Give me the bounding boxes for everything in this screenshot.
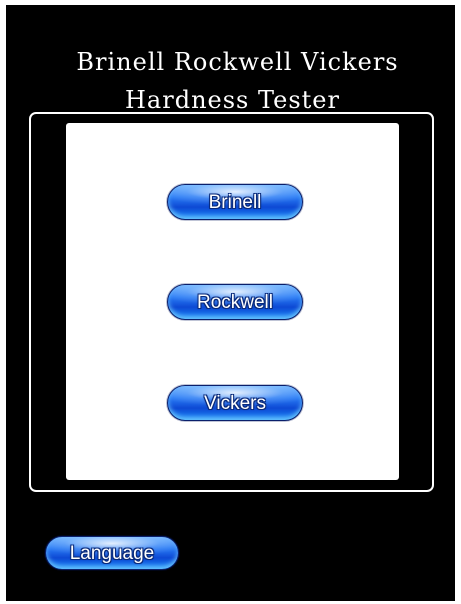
rockwell-button[interactable]: Rockwell <box>167 284 303 320</box>
vickers-button-label: Vickers <box>204 392 266 414</box>
language-button-label: Language <box>69 542 155 564</box>
device-screen: Brinell Rockwell Vickers Hardness Tester… <box>6 5 455 601</box>
brinell-button[interactable]: Brinell <box>167 184 303 220</box>
language-button[interactable]: Language <box>45 536 179 570</box>
app-title-line-2: Hardness Tester <box>125 86 340 114</box>
rockwell-button-label: Rockwell <box>196 291 274 313</box>
brinell-button-label: Brinell <box>208 191 262 213</box>
app-title-line-1: Brinell Rockwell Vickers <box>76 48 399 76</box>
vickers-button[interactable]: Vickers <box>167 385 303 421</box>
